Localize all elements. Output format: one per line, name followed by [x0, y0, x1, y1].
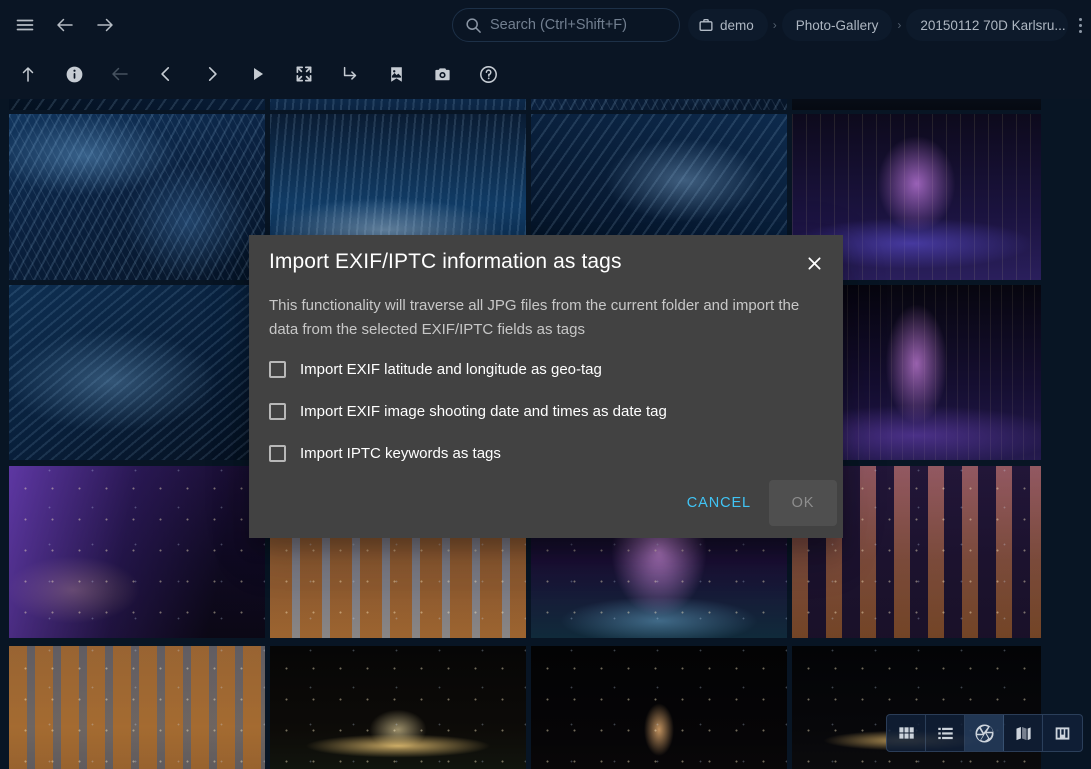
import-exif-dialog: Import EXIF/IPTC information as tags Thi…: [249, 235, 843, 538]
thumbnail-image: [531, 646, 787, 769]
view-mode-bar: [886, 714, 1083, 752]
image-toolbar: [0, 49, 1091, 99]
play-icon[interactable]: [242, 58, 274, 90]
navigate-back-icon[interactable]: [48, 8, 82, 42]
arrow-turn-down-icon[interactable]: [334, 58, 366, 90]
help-circle-icon[interactable]: [472, 58, 504, 90]
arrow-up-icon[interactable]: [12, 58, 44, 90]
thumbnail-image: [270, 646, 526, 769]
cancel-button[interactable]: CANCEL: [673, 485, 765, 521]
thumbnail-image: [9, 114, 265, 280]
thumbnail-image: [9, 646, 265, 769]
gallery-thumbnail[interactable]: [9, 114, 265, 280]
arrow-left-icon[interactable]: [104, 58, 136, 90]
breadcrumb: demo › Photo-Gallery › 20150112 70D Karl…: [688, 8, 1090, 42]
chevron-right-icon[interactable]: [196, 58, 228, 90]
kebab-menu-icon[interactable]: [1070, 8, 1090, 42]
chevron-left-icon[interactable]: [150, 58, 182, 90]
breadcrumb-label: 20150112 70D Karlsru...: [920, 18, 1065, 33]
checkbox-label: Import EXIF latitude and longitude as ge…: [300, 361, 602, 378]
fullscreen-icon[interactable]: [288, 58, 320, 90]
columns-view-button[interactable]: [1043, 715, 1082, 751]
checkbox-row-date-tag[interactable]: Import EXIF image shooting date and time…: [269, 390, 825, 432]
columns-icon: [1053, 724, 1072, 743]
top-bar: Search (Ctrl+Shift+F) demo › Photo-Galle…: [0, 0, 1091, 49]
dialog-actions: CANCEL OK: [673, 480, 837, 526]
camera-icon[interactable]: [426, 58, 458, 90]
checkbox-iptc-keywords[interactable]: [269, 445, 286, 462]
dialog-checkbox-group: Import EXIF latitude and longitude as ge…: [269, 348, 825, 474]
dialog-title: Import EXIF/IPTC information as tags: [269, 250, 622, 274]
search-icon: [465, 17, 482, 34]
search-input[interactable]: Search (Ctrl+Shift+F): [452, 8, 680, 42]
gallery-thumbnail[interactable]: [270, 646, 526, 769]
checkbox-label: Import EXIF image shooting date and time…: [300, 403, 667, 420]
close-icon[interactable]: [801, 250, 827, 276]
grid-view-button[interactable]: [887, 715, 926, 751]
list-icon: [936, 724, 955, 743]
image-bookmark-icon[interactable]: [380, 58, 412, 90]
checkbox-geo-tag[interactable]: [269, 361, 286, 378]
checkbox-row-geo-tag[interactable]: Import EXIF latitude and longitude as ge…: [269, 348, 825, 390]
info-circle-icon[interactable]: [58, 58, 90, 90]
gallery-thumbnail[interactable]: [531, 646, 787, 769]
breadcrumb-label: demo: [720, 18, 754, 33]
checkbox-date-tag[interactable]: [269, 403, 286, 420]
briefcase-icon: [698, 17, 714, 33]
hamburger-menu-icon[interactable]: [8, 8, 42, 42]
breadcrumb-item-demo[interactable]: demo: [688, 9, 768, 41]
thumbnail-image: [9, 466, 265, 638]
grid-icon: [897, 724, 916, 743]
breadcrumb-label: Photo-Gallery: [796, 18, 879, 33]
thumbnail-image: [9, 285, 265, 460]
breadcrumb-separator: ›: [894, 18, 904, 32]
checkbox-row-iptc-keywords[interactable]: Import IPTC keywords as tags: [269, 432, 825, 474]
breadcrumb-item-photo-gallery[interactable]: Photo-Gallery: [782, 9, 893, 41]
breadcrumb-separator: ›: [770, 18, 780, 32]
ok-button[interactable]: OK: [769, 480, 837, 526]
map-view-button[interactable]: [1004, 715, 1043, 751]
list-view-button[interactable]: [926, 715, 965, 751]
checkbox-label: Import IPTC keywords as tags: [300, 445, 501, 462]
photo-view-button[interactable]: [965, 715, 1004, 751]
gallery-thumbnail[interactable]: [9, 646, 265, 769]
breadcrumb-item-current-folder[interactable]: 20150112 70D Karlsru...: [906, 9, 1068, 41]
map-icon: [1014, 724, 1033, 743]
gallery-thumbnail[interactable]: [9, 466, 265, 638]
search-placeholder-text: Search (Ctrl+Shift+F): [490, 17, 627, 33]
navigate-forward-icon[interactable]: [88, 8, 122, 42]
aperture-icon: [974, 723, 995, 744]
dialog-description: This functionality will traverse all JPG…: [269, 294, 825, 342]
application-window: Search (Ctrl+Shift+F) demo › Photo-Galle…: [0, 0, 1091, 769]
gallery-thumbnail[interactable]: [9, 285, 265, 460]
